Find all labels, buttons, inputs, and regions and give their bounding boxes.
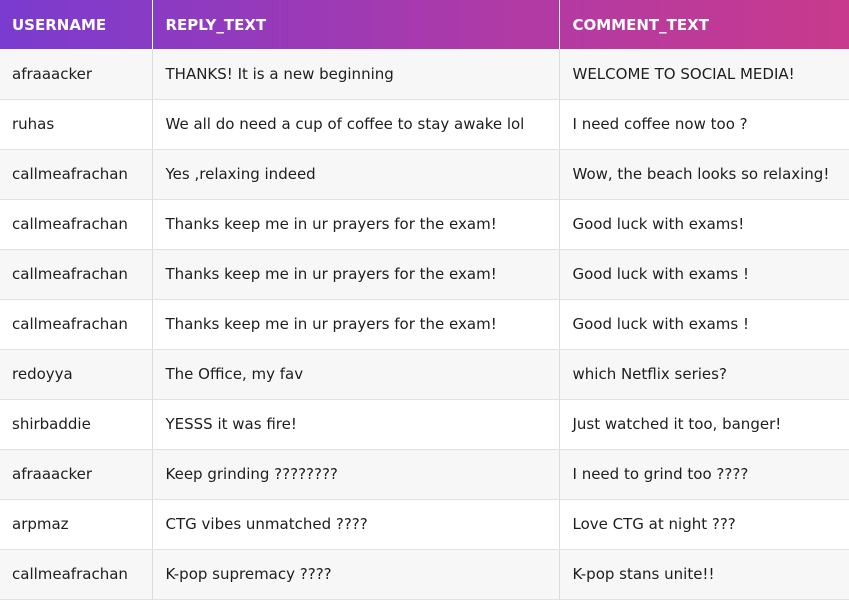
reply-text-cell: We all do need a cup of coffee to stay a… [152,99,560,150]
comment-text-cell: K-pop stans unite!! [559,549,849,600]
table-row: callmeafrachan Thanks keep me in ur pray… [0,299,849,350]
username-cell: afraaacker [0,49,153,100]
comment-text-cell: Good luck with exams ! [559,249,849,300]
table-row: callmeafrachan Yes ,relaxing indeed Wow,… [0,149,849,200]
comment-text-cell: Wow, the beach looks so relaxing! [559,149,849,200]
username-cell: arpmaz [0,499,153,550]
table-body: afraaacker THANKS! It is a new beginning… [0,49,849,600]
comment-text-cell: Just watched it too, banger! [559,399,849,450]
comment-text-cell: WELCOME TO SOCIAL MEDIA! [559,49,849,100]
comment-text-cell: Love CTG at night ??? [559,499,849,550]
username-cell: callmeafrachan [0,249,153,300]
results-table: USERNAME REPLY_TEXT COMMENT_TEXT afraaac… [0,0,849,600]
column-header-comment-text: COMMENT_TEXT [572,15,709,34]
username-cell: callmeafrachan [0,299,153,350]
comment-text-cell: Good luck with exams! [559,199,849,250]
username-cell: callmeafrachan [0,149,153,200]
table-row: callmeafrachan K-pop supremacy ???? K-po… [0,549,849,600]
comment-text-cell: Good luck with exams ! [559,299,849,350]
username-cell: ruhas [0,99,153,150]
table-row: arpmaz CTG vibes unmatched ???? Love CTG… [0,499,849,550]
table-row: afraaacker Keep grinding ???????? I need… [0,449,849,500]
username-cell: callmeafrachan [0,549,153,600]
table-row: ruhas We all do need a cup of coffee to … [0,99,849,150]
reply-text-cell: Keep grinding ???????? [152,449,560,500]
column-header-username: USERNAME [0,0,153,49]
comment-text-cell: which Netflix series? [559,349,849,400]
table-row: shirbaddie YESSS it was fire! Just watch… [0,399,849,450]
reply-text-cell: Thanks keep me in ur prayers for the exa… [152,249,560,300]
column-header-reply-text: REPLY_TEXT [152,0,560,49]
table-row: callmeafrachan Thanks keep me in ur pray… [0,199,849,250]
reply-text-cell: Thanks keep me in ur prayers for the exa… [152,299,560,350]
comment-text-cell: I need to grind too ???? [559,449,849,500]
reply-text-cell: THANKS! It is a new beginning [152,49,560,100]
reply-text-cell: K-pop supremacy ???? [152,549,560,600]
table-row: redoyya The Office, my fav which Netflix… [0,349,849,400]
username-cell: afraaacker [0,449,153,500]
table-header: USERNAME REPLY_TEXT COMMENT_TEXT [0,0,849,49]
username-cell: redoyya [0,349,153,400]
username-cell: shirbaddie [0,399,153,450]
header-row: USERNAME REPLY_TEXT COMMENT_TEXT [0,0,849,49]
reply-text-cell: CTG vibes unmatched ???? [152,499,560,550]
reply-text-cell: The Office, my fav [152,349,560,400]
table-row: callmeafrachan Thanks keep me in ur pray… [0,249,849,300]
reply-text-cell: YESSS it was fire! [152,399,560,450]
comment-text-cell: I need coffee now too ? [559,99,849,150]
username-cell: callmeafrachan [0,199,153,250]
table-row: afraaacker THANKS! It is a new beginning… [0,49,849,100]
reply-text-cell: Yes ,relaxing indeed [152,149,560,200]
reply-text-cell: Thanks keep me in ur prayers for the exa… [152,199,560,250]
